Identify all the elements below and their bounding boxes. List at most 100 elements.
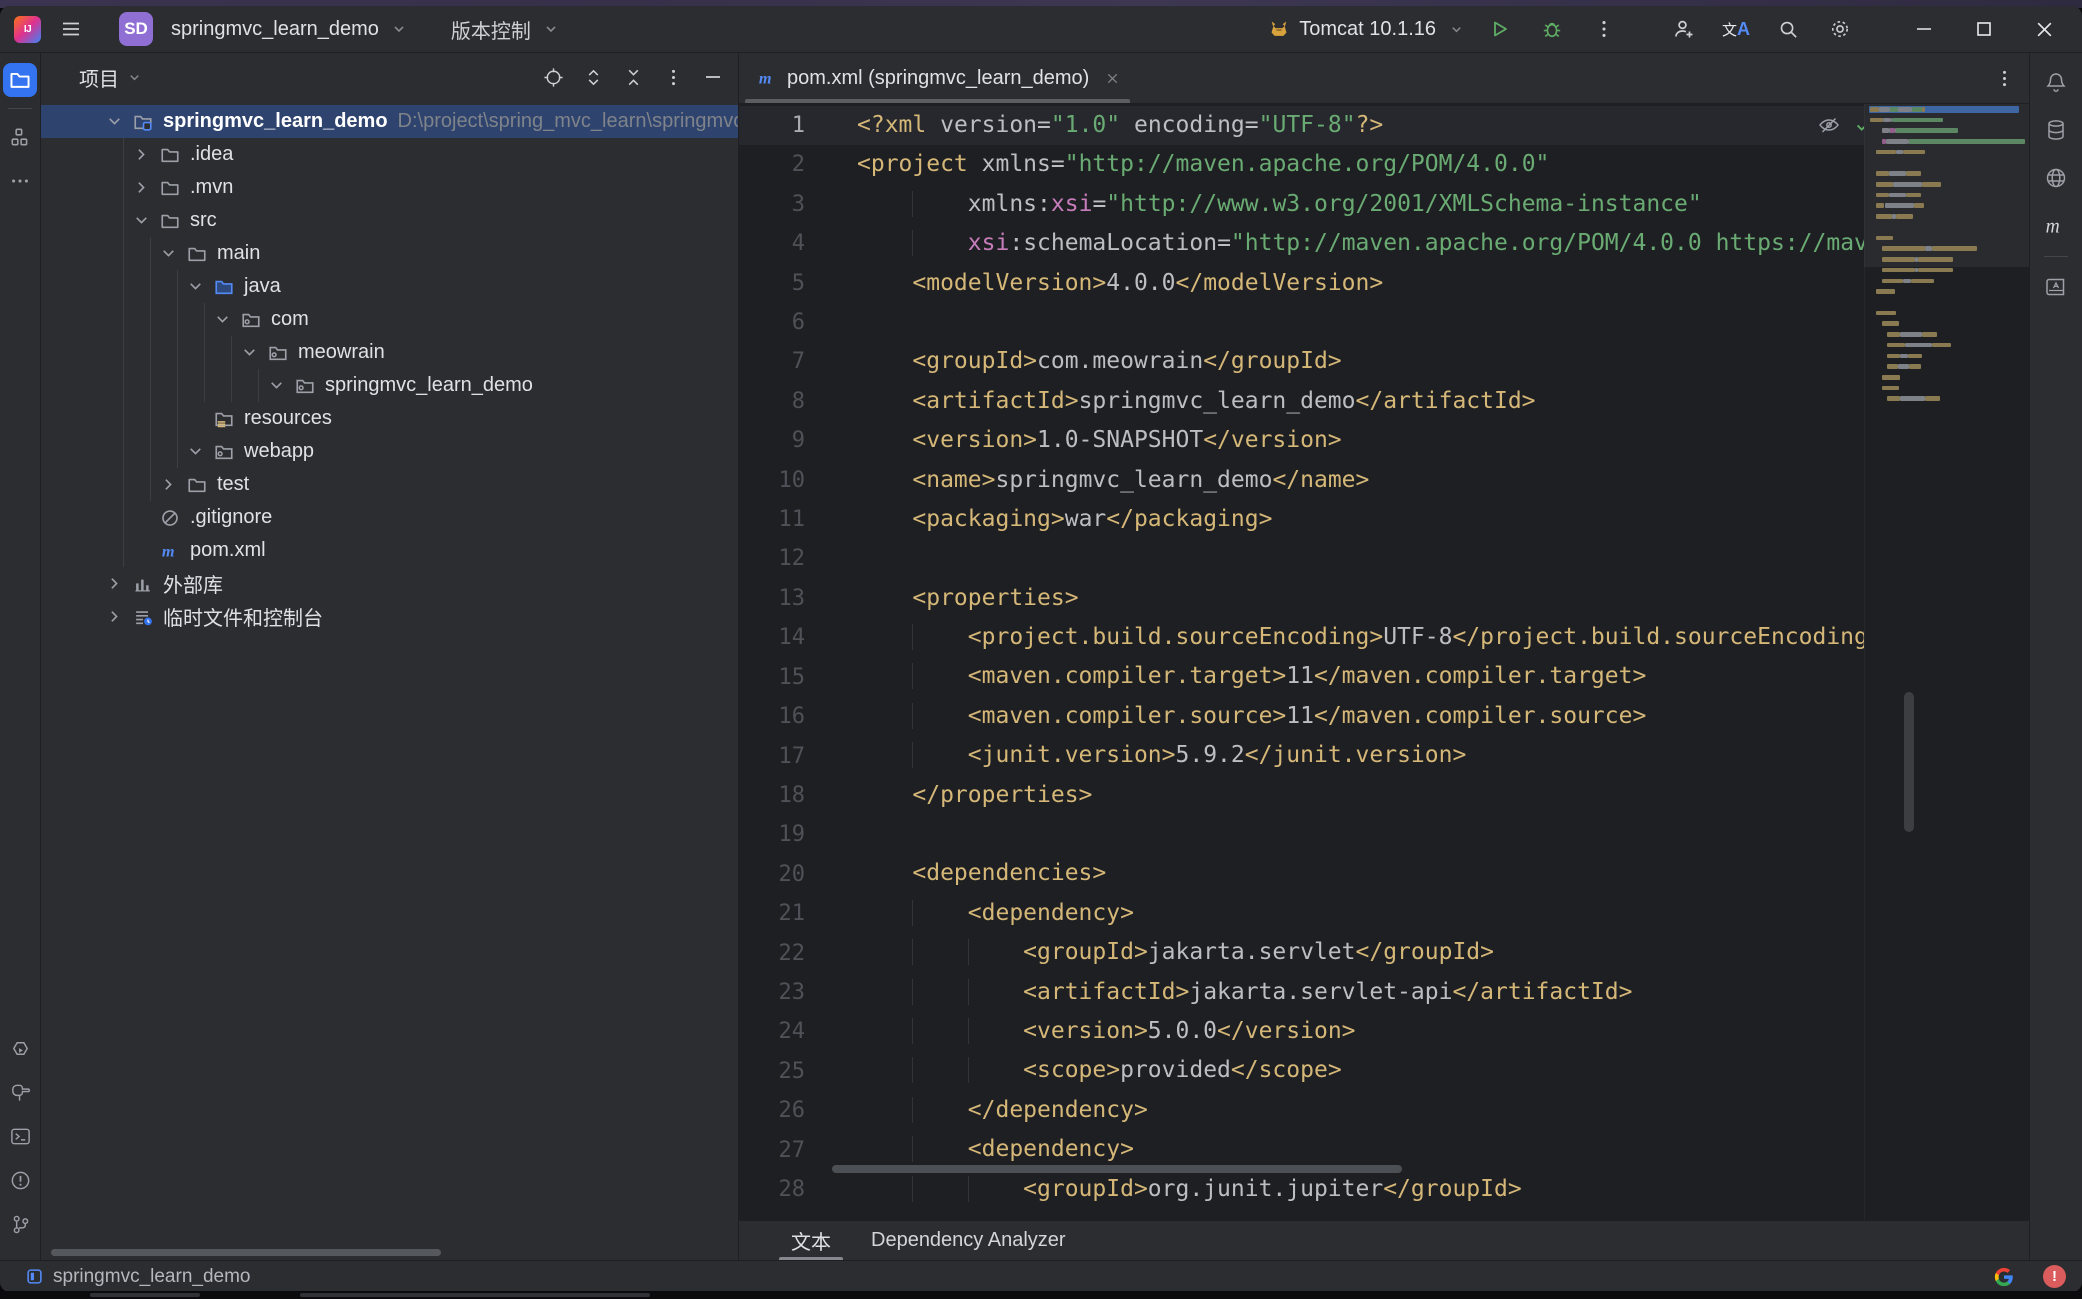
code-line[interactable]: <maven.compiler.target>11</maven.compile… [857, 657, 1864, 696]
minimap[interactable] [1864, 104, 2029, 1220]
terminal-tool-button[interactable] [3, 1119, 37, 1153]
tab-text[interactable]: 文本 [775, 1221, 847, 1260]
code-line[interactable]: xsi:schemaLocation="http://maven.apache.… [857, 224, 1864, 263]
version-control-tool-button[interactable] [3, 1207, 37, 1241]
tree-row[interactable]: webapp [41, 435, 738, 468]
tree-chevron-icon[interactable] [130, 210, 152, 232]
tree-chevron-icon[interactable] [103, 606, 125, 628]
code-line[interactable]: <version>1.0-SNAPSHOT</version> [857, 421, 1864, 460]
more-actions-button[interactable] [1580, 11, 1628, 47]
google-translate-status-icon[interactable] [1993, 1266, 2015, 1288]
code-line[interactable]: <project.build.sourceEncoding>UTF-8</pro… [857, 618, 1864, 657]
tree-chevron-icon[interactable] [157, 243, 179, 265]
editor-options-button[interactable] [1994, 68, 2015, 89]
documentation-tool-button[interactable] [2039, 270, 2073, 304]
hide-highlights-icon[interactable] [1817, 113, 1841, 137]
code-line[interactable]: <scope>provided</scope> [857, 1051, 1864, 1090]
tree-row[interactable]: main [41, 237, 738, 270]
hide-panel-button[interactable] [698, 62, 728, 92]
project-switcher[interactable]: springmvc_learn_demo [157, 11, 413, 47]
locate-file-button[interactable] [538, 62, 568, 92]
tree-row[interactable]: resources [41, 402, 738, 435]
tree-row[interactable]: .mvn [41, 171, 738, 204]
status-module-widget[interactable]: springmvc_learn_demo [26, 1266, 251, 1288]
run-button[interactable] [1476, 11, 1524, 47]
settings-button[interactable] [1816, 11, 1864, 47]
editor-horizontal-scrollbar[interactable] [832, 1165, 1402, 1173]
code-line[interactable]: <properties> [857, 579, 1864, 618]
close-tab-icon[interactable] [1105, 71, 1120, 86]
tree-horizontal-scrollbar[interactable] [41, 1246, 738, 1260]
error-notification-badge[interactable]: ! [2043, 1265, 2066, 1288]
tree-row[interactable]: .idea [41, 138, 738, 171]
debug-button[interactable] [1528, 11, 1576, 47]
code-line[interactable]: <name>springmvc_learn_demo</name> [857, 461, 1864, 500]
code-line[interactable]: <dependency> [857, 1130, 1864, 1169]
code-line[interactable]: <groupId>org.junit.jupiter</groupId> [857, 1170, 1864, 1209]
problems-tool-button[interactable] [3, 1163, 37, 1197]
code-editor[interactable]: <?xml version="1.0" encoding="UTF-8"?> <p… [857, 104, 1864, 1220]
tree-chevron-icon[interactable] [130, 177, 152, 199]
database-tool-button[interactable] [2039, 113, 2073, 147]
tree-chevron-icon[interactable] [103, 573, 125, 595]
tree-chevron-icon[interactable] [238, 342, 260, 364]
code-line[interactable]: <dependencies> [857, 854, 1864, 893]
endpoints-tool-button[interactable] [2039, 161, 2073, 195]
code-line[interactable] [857, 303, 1864, 342]
project-tool-button[interactable] [3, 63, 37, 97]
tree-chevron-icon[interactable] [211, 309, 233, 331]
code-with-me-button[interactable] [1660, 11, 1708, 47]
tree-row[interactable]: springmvc_learn_demoD:\project\spring_mv… [41, 105, 738, 138]
close-button[interactable] [2016, 9, 2072, 49]
code-line[interactable]: </dependency> [857, 1091, 1864, 1130]
code-line[interactable]: <maven.compiler.source>11</maven.compile… [857, 697, 1864, 736]
tree-chevron-icon[interactable] [184, 441, 206, 463]
code-line[interactable]: <artifactId>jakarta.servlet-api</artifac… [857, 973, 1864, 1012]
code-line[interactable] [857, 815, 1864, 854]
minimize-button[interactable] [1896, 9, 1952, 49]
tree-row[interactable]: com [41, 303, 738, 336]
tree-row[interactable]: test [41, 468, 738, 501]
services-tool-button[interactable] [3, 1031, 37, 1065]
notifications-tool-button[interactable] [2039, 65, 2073, 99]
tree-chevron-icon[interactable] [265, 375, 287, 397]
expand-all-button[interactable] [578, 62, 608, 92]
more-tool-windows-button[interactable] [3, 164, 37, 198]
tree-row[interactable]: src [41, 204, 738, 237]
tree-row[interactable]: mpom.xml [41, 534, 738, 567]
code-line[interactable]: </properties> [857, 776, 1864, 815]
code-line[interactable]: <groupId>com.meowrain</groupId> [857, 342, 1864, 381]
panel-options-button[interactable] [658, 62, 688, 92]
tree-chevron-icon[interactable] [157, 474, 179, 496]
search-everywhere-button[interactable] [1764, 11, 1812, 47]
structure-tool-button[interactable] [3, 120, 37, 154]
translate-button[interactable]: 文A [1712, 11, 1760, 47]
run-configuration-selector[interactable]: Tomcat 10.1.16 [1260, 11, 1472, 47]
editor-tab-pom[interactable]: m pom.xml (springmvc_learn_demo) [739, 53, 1136, 103]
chevron-down-icon[interactable] [127, 70, 142, 85]
code-line[interactable]: <?xml version="1.0" encoding="UTF-8"?> [857, 106, 1864, 145]
maximize-button[interactable] [1956, 9, 2012, 49]
code-line[interactable]: <dependency> [857, 894, 1864, 933]
code-line[interactable] [857, 539, 1864, 578]
tree-row[interactable]: meowrain [41, 336, 738, 369]
vcs-widget[interactable]: 版本控制 [419, 11, 565, 47]
minimap-scroll-thumb[interactable] [1904, 692, 1914, 832]
code-line[interactable]: <version>5.0.0</version> [857, 1012, 1864, 1051]
tree-chevron-icon[interactable] [103, 111, 125, 133]
collapse-all-button[interactable] [618, 62, 648, 92]
tree-chevron-icon[interactable] [130, 144, 152, 166]
project-badge[interactable]: SD [119, 12, 153, 46]
tree-row[interactable]: 外部库 [41, 567, 738, 600]
code-line[interactable]: <junit.version>5.9.2</junit.version> [857, 736, 1864, 775]
maven-tool-button[interactable]: m [2039, 209, 2073, 243]
tree-chevron-icon[interactable] [184, 276, 206, 298]
main-menu-button[interactable] [47, 11, 95, 47]
code-line[interactable]: xmlns:xsi="http://www.w3.org/2001/XMLSch… [857, 185, 1864, 224]
code-line[interactable]: <groupId>jakarta.servlet</groupId> [857, 933, 1864, 972]
tree-row[interactable]: springmvc_learn_demo [41, 369, 738, 402]
code-line[interactable]: <packaging>war</packaging> [857, 500, 1864, 539]
tree-row[interactable]: java [41, 270, 738, 303]
tree-row[interactable]: .gitignore [41, 501, 738, 534]
tree-row[interactable]: 临时文件和控制台 [41, 600, 738, 633]
